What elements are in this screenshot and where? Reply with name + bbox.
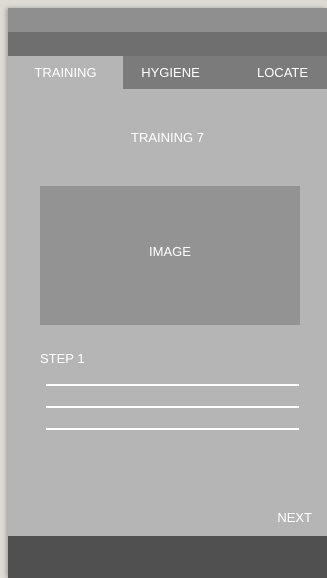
next-button[interactable]: NEXT <box>277 510 312 525</box>
status-bar <box>8 8 327 32</box>
phone-screen: TRAINING HYGIENE LOCATE TRAINING 7 IMAGE… <box>8 8 327 578</box>
text-placeholder-line <box>46 406 299 408</box>
step-label: STEP 1 <box>40 351 85 366</box>
image-placeholder: IMAGE <box>40 186 300 325</box>
app-bar <box>8 32 327 56</box>
tab-locate[interactable]: LOCATE <box>238 56 327 89</box>
tab-training[interactable]: TRAINING <box>8 56 123 89</box>
tab-hygiene[interactable]: HYGIENE <box>123 56 218 89</box>
text-placeholder-line <box>46 384 299 386</box>
page-title: TRAINING 7 <box>131 130 204 145</box>
tab-bar: TRAINING HYGIENE LOCATE <box>8 56 327 89</box>
text-placeholder-line <box>46 428 299 430</box>
image-placeholder-label: IMAGE <box>149 244 191 259</box>
bottom-navigation-bar <box>8 536 327 578</box>
